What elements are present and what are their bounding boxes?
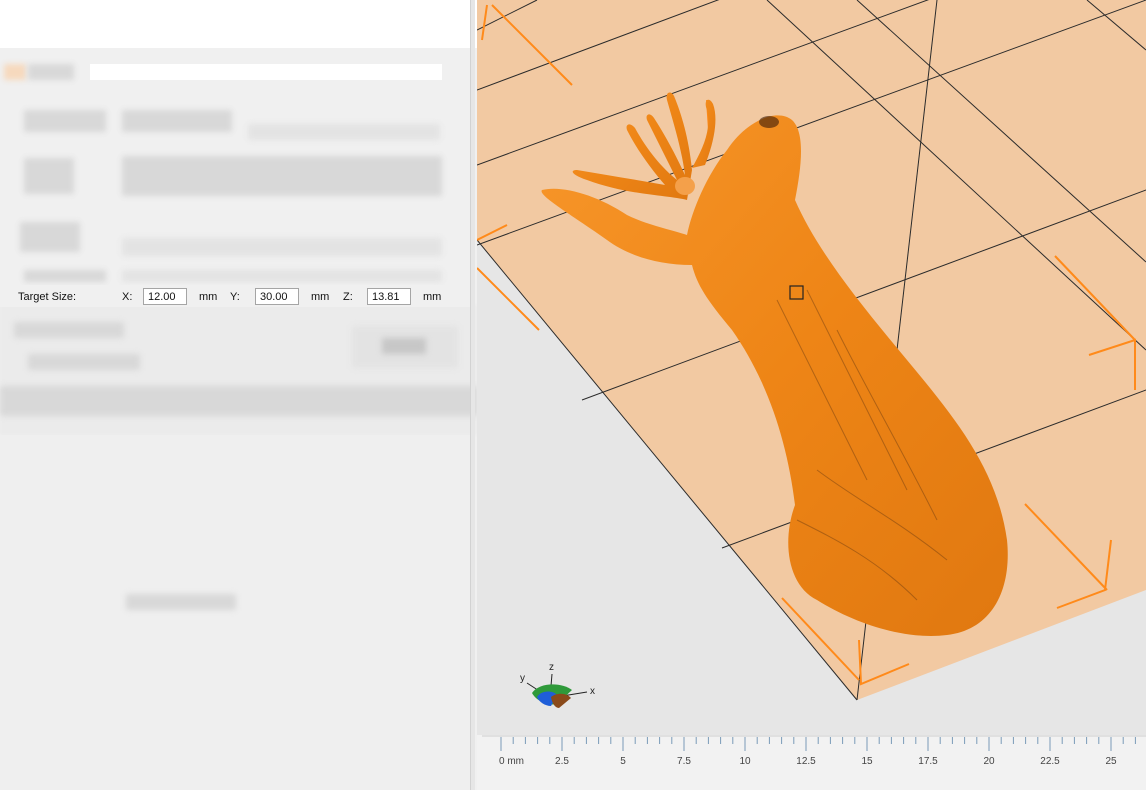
ruler-tick-label: 17.5	[918, 756, 938, 767]
ruler-tick-label: 10	[739, 756, 751, 767]
blurred-element	[28, 64, 74, 80]
ruler-tick-label: 7.5	[677, 756, 691, 767]
x-size-input[interactable]	[143, 288, 187, 305]
panel-splitter[interactable]	[470, 0, 475, 790]
target-size-label: Target Size:	[18, 291, 77, 303]
x-label: X:	[122, 291, 133, 303]
blurred-element	[14, 322, 124, 338]
ruler-tick-label: 15	[861, 756, 873, 767]
ruler-tick-label: 12.5	[796, 756, 816, 767]
gizmo-x-label: x	[590, 686, 595, 697]
ruler: 0 mm 2.5 5 7.5 10 12.5 15 17.5 20 22.5 25	[477, 735, 1146, 790]
blurred-element	[248, 124, 440, 140]
blurred-element	[122, 270, 442, 282]
blurred-element	[24, 158, 74, 194]
blurred-element	[122, 110, 232, 132]
top-strip	[0, 0, 477, 48]
y-label: Y:	[230, 291, 240, 303]
z-size-input[interactable]	[367, 288, 411, 305]
ruler-tick-label: 20	[983, 756, 995, 767]
ruler-tick-label: 5	[620, 756, 626, 767]
z-label: Z:	[343, 291, 353, 303]
blurred-element	[24, 270, 106, 282]
blurred-element	[28, 354, 140, 370]
target-size-row: Target Size: X: mm Y: mm Z: mm	[0, 285, 470, 307]
ruler-tick-label: 2.5	[555, 756, 569, 767]
blurred-element	[382, 338, 426, 354]
axis-gizmo-icon: y z x	[520, 662, 595, 708]
blurred-element	[122, 156, 442, 196]
x-unit-label: mm	[199, 291, 218, 303]
z-unit-label: mm	[423, 291, 442, 303]
ruler-tick-label: 22.5	[1040, 756, 1060, 767]
blurred-element	[4, 64, 26, 80]
text-input-strip[interactable]	[90, 64, 442, 80]
blurred-element	[126, 594, 236, 610]
ruler-tick-label: 0 mm	[499, 756, 524, 767]
blurred-element	[20, 222, 80, 252]
ruler-tick-label: 25	[1105, 756, 1117, 767]
ruler-scale: 0 mm 2.5 5 7.5 10 12.5 15 17.5 20 22.5 25	[482, 735, 1146, 767]
left-panel: Target Size: X: mm Y: mm Z: mm	[0, 0, 477, 790]
blurred-element	[24, 110, 106, 132]
lower-pane	[0, 435, 470, 790]
y-unit-label: mm	[311, 291, 330, 303]
gizmo-y-label: y	[520, 673, 525, 684]
blurred-element	[0, 386, 477, 416]
deer-nose	[759, 116, 779, 128]
y-size-input[interactable]	[255, 288, 299, 305]
gizmo-z-label: z	[549, 662, 554, 673]
3d-viewport[interactable]: y z x	[477, 0, 1146, 735]
blurred-element	[122, 238, 442, 256]
